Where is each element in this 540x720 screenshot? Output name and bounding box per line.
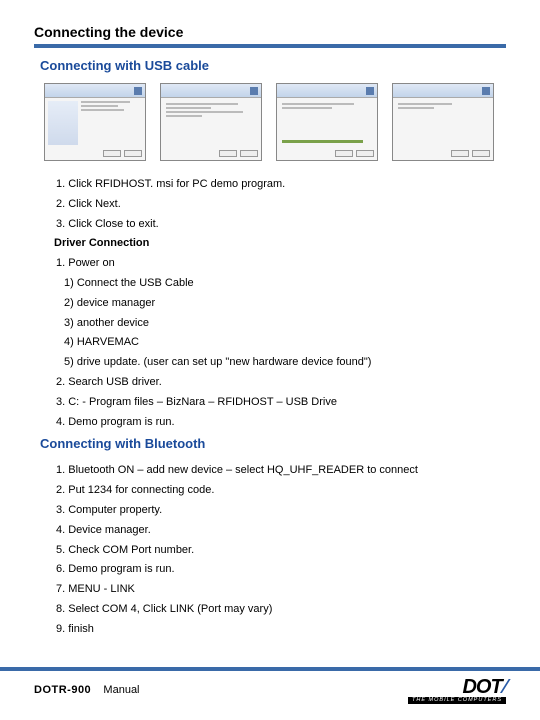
brand-tagline: THE MOBILE COMPUTERS (408, 697, 506, 705)
driver-substep: 1) Connect the USB Cable (64, 274, 506, 294)
page-footer: DOTR-900 Manual DOT⁄ THE MOBILE COMPUTER… (0, 667, 540, 705)
driver-substep: 3) another device (64, 314, 506, 334)
usb-step: 4. Demo program is run. (56, 413, 506, 433)
wizard-screenshot-2 (160, 83, 262, 161)
bt-step: 2. Put 1234 for connecting code. (56, 481, 506, 501)
driver-substep: 4) HARVEMAC (64, 333, 506, 353)
driver-substep: 5) drive update. (user can set up "new h… (64, 353, 506, 373)
bt-step: 1. Bluetooth ON – add new device – selec… (56, 461, 506, 481)
wizard-screenshot-1 (44, 83, 146, 161)
usb-step: 1. Click RFIDHOST. msi for PC demo progr… (56, 175, 506, 195)
usb-step: 3. Click Close to exit. (56, 215, 506, 235)
driver-step: 1. Power on (56, 254, 506, 274)
bt-step: 8. Select COM 4, Click LINK (Port may va… (56, 600, 506, 620)
bt-step: 9. finish (56, 620, 506, 640)
usb-step: 3. C: - Program files – BizNara – RFIDHO… (56, 393, 506, 413)
wizard-screenshot-3 (276, 83, 378, 161)
usb-step: 2. Click Next. (56, 195, 506, 215)
wizard-screenshot-4 (392, 83, 494, 161)
page-title: Connecting the device (34, 24, 506, 40)
bt-step: 6. Demo program is run. (56, 560, 506, 580)
section-bluetooth-heading: Connecting with Bluetooth (40, 436, 506, 451)
usb-step: 2. Search USB driver. (56, 373, 506, 393)
footer-model: DOTR-900 (34, 684, 91, 696)
driver-connection-heading: Driver Connection (54, 234, 506, 254)
section-usb-heading: Connecting with USB cable (40, 58, 506, 73)
brand-name: DOT (462, 677, 501, 697)
footer-label: Manual (103, 684, 139, 696)
driver-substep: 2) device manager (64, 294, 506, 314)
bt-step: 5. Check COM Port number. (56, 541, 506, 561)
bt-step: 4. Device manager. (56, 521, 506, 541)
bt-step: 7. MENU - LINK (56, 580, 506, 600)
bt-step: 3. Computer property. (56, 501, 506, 521)
installer-screenshots (44, 83, 506, 161)
brand-logo: DOT⁄ THE MOBILE COMPUTERS (408, 677, 506, 705)
title-rule (34, 44, 506, 48)
